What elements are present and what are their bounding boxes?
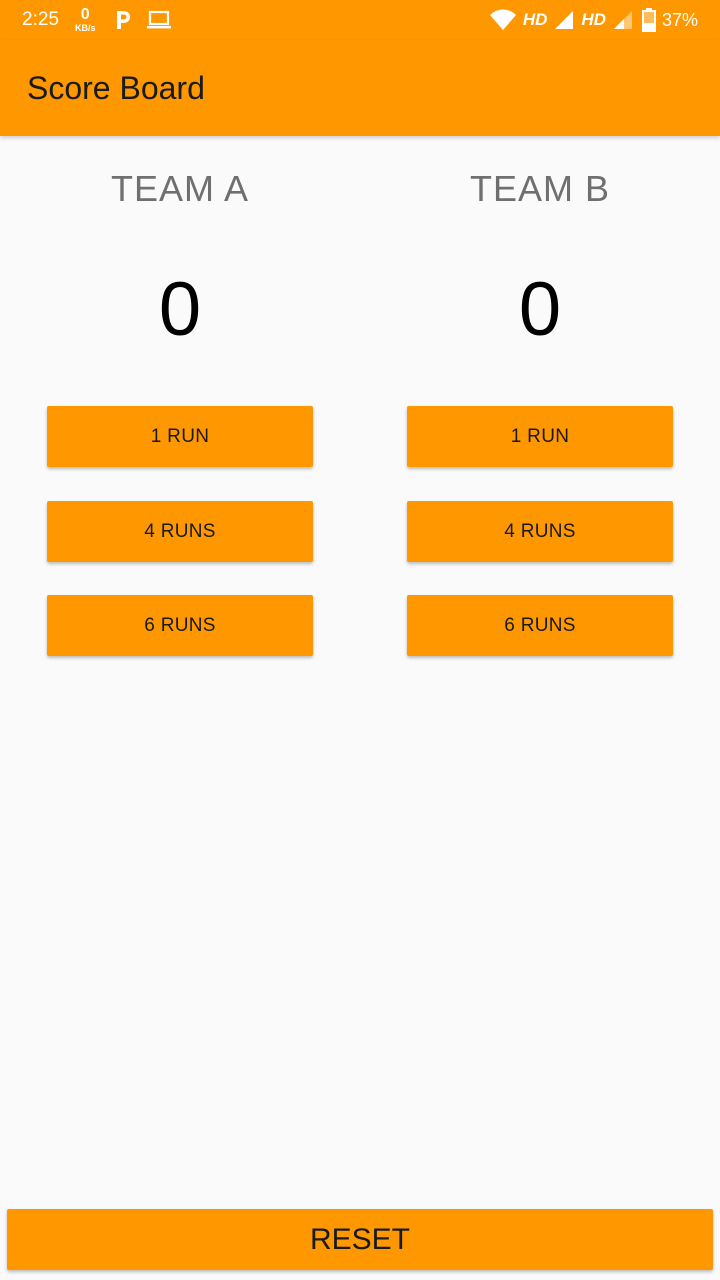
wifi-icon xyxy=(489,9,517,31)
team-b-score: 0 xyxy=(518,267,562,352)
team-b-6-runs-button[interactable]: 6 RUNS xyxy=(407,595,673,656)
status-time: 2:25 xyxy=(22,9,59,30)
net-speed: 0 KB/s xyxy=(75,7,96,33)
laptop-icon xyxy=(146,10,172,30)
signal-icon xyxy=(553,9,575,31)
screen: 2:25 0 KB/s HD HD 37% Score Board TEAM A… xyxy=(0,0,720,1280)
net-speed-unit: KB/s xyxy=(74,23,96,33)
app-bar: Score Board xyxy=(0,40,720,136)
hd-label-2: HD xyxy=(581,10,606,29)
status-right: HD HD 37% xyxy=(489,8,698,32)
battery-percent: 37% xyxy=(661,9,698,30)
p-icon xyxy=(114,9,132,31)
team-a-1-run-button[interactable]: 1 RUN xyxy=(47,406,313,467)
team-a-score: 0 xyxy=(158,267,202,352)
net-speed-value: 0 xyxy=(80,6,90,23)
team-a-column: TEAM A 0 1 RUN 4 RUNS 6 RUNS xyxy=(0,136,360,696)
battery-icon xyxy=(641,8,656,32)
status-bar: 2:25 0 KB/s HD HD 37% xyxy=(0,0,720,40)
team-b-4-runs-button[interactable]: 4 RUNS xyxy=(407,501,673,562)
status-left: 2:25 0 KB/s xyxy=(22,7,186,33)
page-title: Score Board xyxy=(27,69,205,106)
team-a-name: TEAM A xyxy=(110,168,250,209)
team-a-6-runs-button[interactable]: 6 RUNS xyxy=(47,595,313,656)
reset-button[interactable]: RESET xyxy=(7,1209,713,1270)
signal-icon-2 xyxy=(612,9,634,31)
team-b-column: TEAM B 0 1 RUN 4 RUNS 6 RUNS xyxy=(360,136,720,696)
team-b-1-run-button[interactable]: 1 RUN xyxy=(407,406,673,467)
team-a-4-runs-button[interactable]: 4 RUNS xyxy=(47,501,313,562)
team-b-name: TEAM B xyxy=(469,168,610,209)
hd-label-1: HD xyxy=(522,10,548,29)
